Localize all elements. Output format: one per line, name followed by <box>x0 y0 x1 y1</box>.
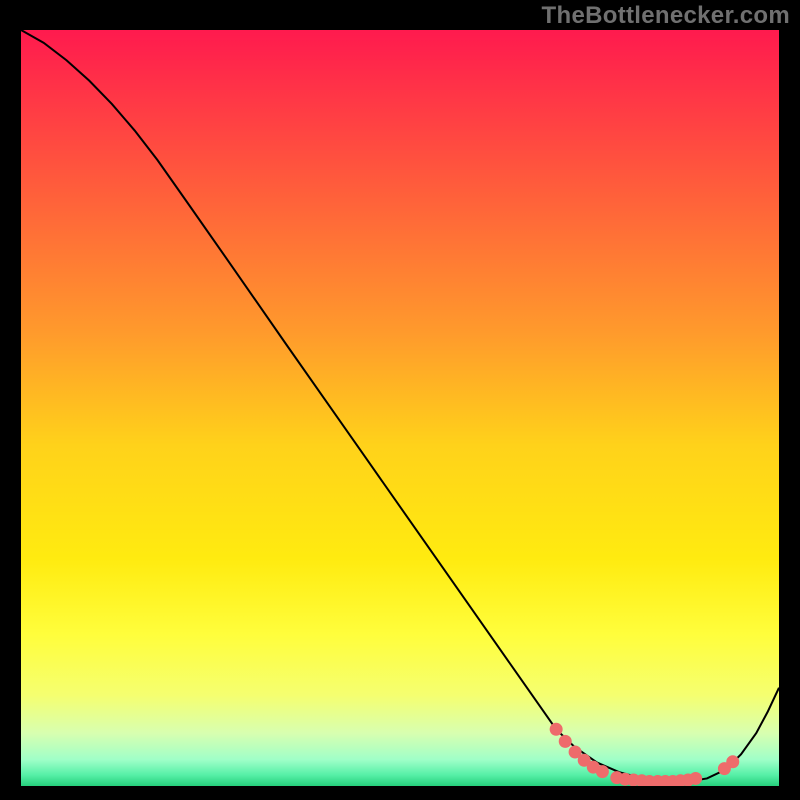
chart-stage: TheBottlenecker.com <box>0 0 800 800</box>
highlight-dot <box>726 755 739 768</box>
chart-svg <box>21 30 779 786</box>
highlight-dot <box>550 723 563 736</box>
highlight-dot <box>596 765 609 778</box>
gradient-background <box>21 30 779 786</box>
highlight-dot <box>559 735 572 748</box>
highlight-dot <box>689 772 702 785</box>
plot-area <box>21 30 779 786</box>
watermark-text: TheBottlenecker.com <box>542 2 790 30</box>
